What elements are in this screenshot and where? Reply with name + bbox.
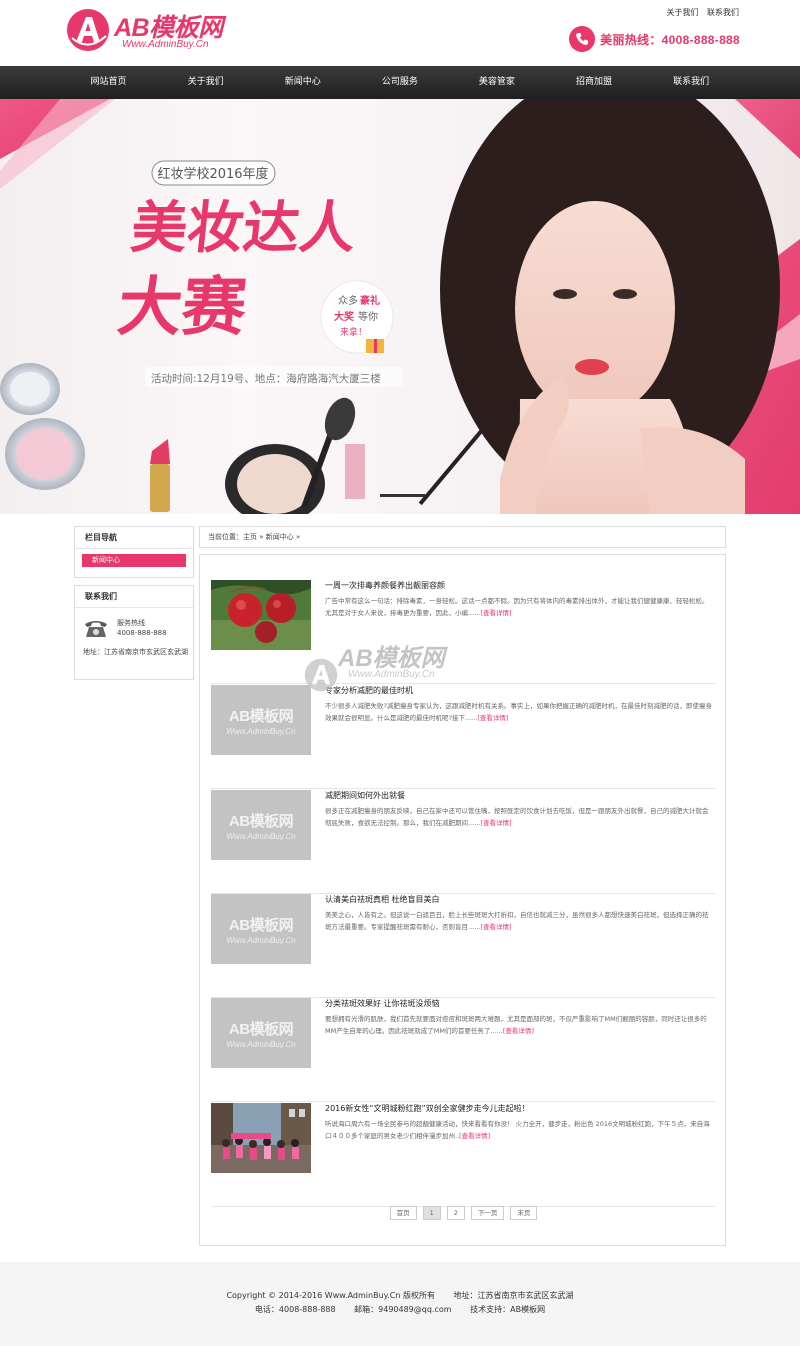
news-description: 广告中常有这么一句话：排除毒素，一身轻松。这话一点都不假。因为只有将体内的毒素排… xyxy=(325,597,709,617)
placeholder-logo-text: AB模板网 xyxy=(228,812,294,830)
news-title[interactable]: 减肥期间如何外出就餐 xyxy=(325,790,405,801)
breadcrumb: 当前位置：主页 » 新闻中心 » xyxy=(199,526,726,548)
nav-item-contact[interactable]: 联系我们 xyxy=(643,66,740,99)
pager-page-1[interactable]: 1 xyxy=(422,1206,441,1220)
pagination: 首页 1 2 下一页 末页 xyxy=(200,1206,727,1220)
nav-item-franchise[interactable]: 招商加盟 xyxy=(545,66,642,99)
placeholder-logo-text: AB模板网 xyxy=(228,916,294,934)
hotline: 美丽热线：4008-888-888 xyxy=(569,26,740,52)
nav-item-services[interactable]: 公司服务 xyxy=(351,66,448,99)
contact-phone: 4008-888-888 xyxy=(117,629,167,637)
site-logo[interactable]: AB模板网 Www.AdminBuy.Cn xyxy=(66,6,266,56)
nav-item-about[interactable]: 关于我们 xyxy=(157,66,254,99)
news-title[interactable]: 分类祛斑效果好 让你祛斑没烦恼 xyxy=(325,998,440,1009)
read-more-link[interactable]: [查看详情] xyxy=(480,609,511,617)
banner-tag-5: 来拿！ xyxy=(340,326,367,338)
nav-item-home[interactable]: 网站首页 xyxy=(60,66,157,99)
hero-banner[interactable]: 红妆学校2016年度 美妆达人 大赛 众多 豪礼 大奖 等你 来拿！ 活动时间:… xyxy=(0,99,800,514)
sidebar-contact-box: 联系我们 服务热线 4008-888-888 地址：江苏省南京市玄武区玄武湖 xyxy=(74,585,194,680)
logo-mark-icon xyxy=(67,9,109,51)
news-item: AB模板网 Www.AdminBuy.Cn 专家分析减肥的最佳时机 不少很多人减… xyxy=(211,685,715,789)
sidebar-item-news[interactable]: 新闻中心 xyxy=(82,554,186,567)
site-header: AB模板网 Www.AdminBuy.Cn 关于我们 联系我们 美丽热线：400… xyxy=(0,0,800,66)
read-more-link[interactable]: [查看详情] xyxy=(503,1027,534,1035)
news-item: 2016新女性“文明城粉红跑”双创全家健步走今儿走起啦！ 听说海口周六有一场全民… xyxy=(211,1103,715,1207)
banner-tag-1: 众多 xyxy=(338,294,358,307)
placeholder-sub-text: Www.AdminBuy.Cn xyxy=(226,831,296,841)
sidebar-nav-box: 栏目导航 新闻中心 xyxy=(74,526,194,578)
read-more-link[interactable]: [查看详情] xyxy=(459,1132,490,1140)
footer-line-2: 电话：4008-888-888 邮箱：9490489@qq.com 技术支持：A… xyxy=(0,1304,800,1315)
news-item: 一周一次排毒养颜餐养出靓丽容颜 广告中常有这么一句话：排除毒素，一身轻松。这话一… xyxy=(211,580,715,684)
footer-line-1: Copyright © 2014-2016 Www.AdminBuy.Cn 版权… xyxy=(0,1290,800,1301)
footer-copyright: Copyright © 2014-2016 Www.AdminBuy.Cn 版权… xyxy=(226,1291,435,1300)
placeholder-logo-text: AB模板网 xyxy=(228,707,294,725)
pager-page-2[interactable]: 2 xyxy=(446,1206,465,1220)
logo-subtext: Www.AdminBuy.Cn xyxy=(122,39,209,50)
news-item: AB模板网 Www.AdminBuy.Cn 分类祛斑效果好 让你祛斑没烦恼 要想… xyxy=(211,998,715,1102)
sidebar-contact-title: 联系我们 xyxy=(75,586,193,608)
news-description: 听说海口周六有一场全民参与的超靓健康活动，快来看看有你没！ 火力全开，健步走，粉… xyxy=(325,1120,710,1140)
pager-last[interactable]: 末页 xyxy=(510,1206,538,1220)
news-description: 要想拥有光滑的肌肤，我们首先就要面对痘痘和斑斑两大难题，尤其是面部的斑，不仅严重… xyxy=(325,1015,707,1035)
news-title[interactable]: 认清美白祛斑真相 杜绝盲目美白 xyxy=(325,894,440,905)
banner-tag-2: 豪礼 xyxy=(360,294,380,307)
footer-email[interactable]: 邮箱：9490489@qq.com xyxy=(354,1305,451,1314)
hotline-text: 美丽热线：4008-888-888 xyxy=(600,32,740,47)
apple-photo xyxy=(211,580,311,650)
banner-tag-4: 等你 xyxy=(358,310,378,323)
contact-hotline-label: 服务热线 xyxy=(117,619,145,627)
pager-next[interactable]: 下一页 xyxy=(470,1206,505,1220)
news-thumbnail-placeholder[interactable]: AB模板网 Www.AdminBuy.Cn xyxy=(211,790,311,860)
news-thumbnail-placeholder[interactable]: AB模板网 Www.AdminBuy.Cn xyxy=(211,685,311,755)
read-more-link[interactable]: [查看详情] xyxy=(480,923,511,931)
news-thumbnail[interactable] xyxy=(211,1103,311,1173)
read-more-link[interactable]: [查看详情] xyxy=(480,819,511,827)
news-title[interactable]: 专家分析减肥的最佳时机 xyxy=(325,685,413,696)
top-links: 关于我们 联系我们 xyxy=(660,7,739,18)
footer-address: 地址：江苏省南京市玄武区玄武湖 xyxy=(453,1291,574,1300)
news-title[interactable]: 一周一次排毒养颜餐养出靓丽容颜 xyxy=(325,580,445,591)
pager-first[interactable]: 首页 xyxy=(389,1206,417,1220)
news-item: AB模板网 Www.AdminBuy.Cn 减肥期间如何外出就餐 很多正在减肥瘦… xyxy=(211,790,715,894)
news-description: 很多正在减肥瘦身的朋友反映，自己在家中还可以管住嘴，按照既定的饮食计划去吃饭，但… xyxy=(325,807,709,827)
banner-event-info: 活动时间:12月19号、地点：海府路海汽大厦三楼 xyxy=(151,372,381,385)
placeholder-sub-text: Www.AdminBuy.Cn xyxy=(226,726,296,736)
banner-tag-3: 大奖 xyxy=(334,310,355,323)
news-description: 不少很多人减肥失败?减肥瘦身专家认为，这跟减肥时机有关系。事实上，如果你把握正确… xyxy=(325,702,712,722)
banner-headline-2: 大赛 xyxy=(114,270,251,345)
news-thumbnail-placeholder[interactable]: AB模板网 Www.AdminBuy.Cn xyxy=(211,894,311,964)
banner-headline-1: 美妆达人 xyxy=(128,196,359,261)
news-list: 一周一次排毒养颜餐养出靓丽容颜 广告中常有这么一句话：排除毒素，一身轻松。这话一… xyxy=(199,554,726,1246)
footer-phone: 电话：4008-888-888 xyxy=(254,1305,336,1314)
news-thumbnail[interactable] xyxy=(211,580,311,650)
telephone-icon xyxy=(85,621,107,637)
nav-item-news[interactable]: 新闻中心 xyxy=(254,66,351,99)
placeholder-logo-text: AB模板网 xyxy=(228,1020,294,1038)
news-description: 美美之心，人皆有之。但这说一白遮百丑，脸上长些斑斑大打折扣，自信也就减三分，虽然… xyxy=(325,911,709,931)
footer-support[interactable]: 技术支持：AB模板网 xyxy=(470,1305,545,1314)
banner-artwork: 红妆学校2016年度 美妆达人 大赛 众多 豪礼 大奖 等你 来拿！ 活动时间:… xyxy=(0,99,800,514)
contact-address: 地址：江苏省南京市玄武区玄武湖 xyxy=(83,648,188,656)
placeholder-sub-text: Www.AdminBuy.Cn xyxy=(226,1039,296,1049)
site-footer: Copyright © 2014-2016 Www.AdminBuy.Cn 版权… xyxy=(0,1262,800,1346)
nav-item-beauty[interactable]: 美容管家 xyxy=(448,66,545,99)
top-link-contact[interactable]: 联系我们 xyxy=(707,8,739,17)
news-title[interactable]: 2016新女性“文明城粉红跑”双创全家健步走今儿走起啦！ xyxy=(325,1103,530,1114)
banner-badge-text: 红妆学校2016年度 xyxy=(157,166,268,182)
phone-icon xyxy=(569,26,596,52)
sidebar-nav-title: 栏目导航 xyxy=(75,527,193,549)
news-thumbnail-placeholder[interactable]: AB模板网 Www.AdminBuy.Cn xyxy=(211,998,311,1068)
read-more-link[interactable]: [查看详情] xyxy=(477,714,508,722)
top-link-about[interactable]: 关于我们 xyxy=(666,8,698,17)
main-nav: 网站首页 关于我们 新闻中心 公司服务 美容管家 招商加盟 联系我们 xyxy=(0,66,800,99)
crowd-photo xyxy=(211,1103,311,1173)
placeholder-sub-text: Www.AdminBuy.Cn xyxy=(226,935,296,945)
news-item: AB模板网 Www.AdminBuy.Cn 认清美白祛斑真相 杜绝盲目美白 美美… xyxy=(211,894,715,998)
